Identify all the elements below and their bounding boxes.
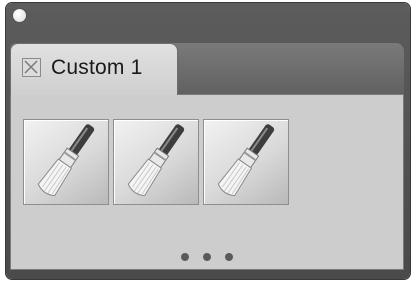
- dot: [203, 253, 211, 261]
- brush-preset-3[interactable]: [203, 119, 289, 205]
- paintbrush-icon: [127, 124, 185, 197]
- brush-preset-1[interactable]: [23, 119, 109, 205]
- dot: [181, 253, 189, 261]
- window-close-button[interactable]: [13, 9, 26, 22]
- paintbrush-icon: [217, 124, 275, 197]
- paintbrush-icon: [37, 124, 95, 197]
- close-x-icon[interactable]: [22, 58, 41, 77]
- brush-list: [23, 119, 289, 205]
- dot: [225, 253, 233, 261]
- brush-panel-window: Custom 1: [6, 3, 410, 279]
- tab-custom-1[interactable]: Custom 1: [10, 43, 178, 95]
- brush-content-area: [10, 94, 404, 270]
- more-dots-icon[interactable]: [11, 253, 403, 261]
- brush-preset-2[interactable]: [113, 119, 199, 205]
- tab-label: Custom 1: [51, 56, 143, 79]
